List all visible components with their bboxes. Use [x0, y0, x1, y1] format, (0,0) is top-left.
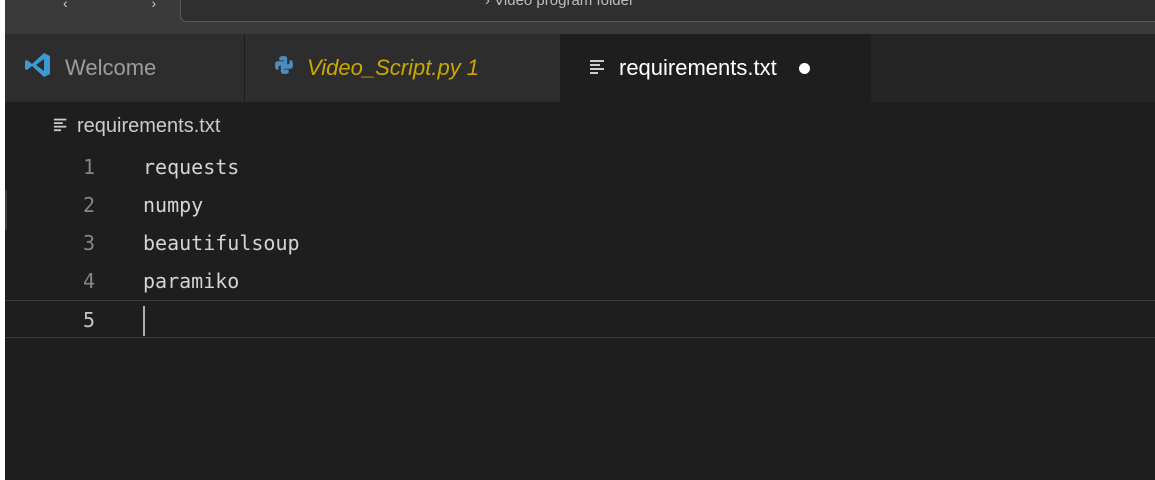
line-number: 5 [82, 308, 95, 332]
line-number: 3 [82, 231, 95, 255]
editor-line[interactable]: 3 beautifulsoup [5, 224, 1155, 262]
text-file-icon [589, 55, 607, 81]
editor-line[interactable]: 2 numpy [5, 186, 1155, 224]
python-icon [273, 54, 295, 82]
tab-video-script[interactable]: Video_Script.py 1 [245, 34, 561, 102]
text-cursor [143, 306, 145, 336]
command-center-text: › Video program folder [485, 0, 634, 8]
editor-line[interactable]: 4 paramiko [5, 262, 1155, 300]
title-bar: ‹ › › Video program folder [5, 0, 1155, 34]
breadcrumb-label: requirements.txt [77, 114, 221, 137]
breadcrumb[interactable]: requirements.txt [53, 112, 220, 140]
vscode-window: ‹ › › Video program folder Welcome Video… [5, 0, 1155, 480]
line-number: 2 [82, 193, 95, 217]
tab-welcome[interactable]: Welcome [5, 34, 245, 102]
line-text: beautifulsoup [143, 231, 300, 255]
line-text: paramiko [143, 269, 240, 293]
editor-current-line[interactable]: 5 [5, 300, 1155, 338]
editor-area[interactable]: 1 requests 2 numpy 3 beautifulsoup 4 par… [5, 146, 1155, 480]
line-number: 4 [82, 269, 95, 293]
tab-requirements[interactable]: requirements.txt [561, 34, 871, 102]
vscode-logo-icon [23, 50, 53, 86]
line-text: requests [143, 155, 240, 179]
command-center[interactable] [180, 0, 1155, 22]
text-file-icon [53, 115, 69, 138]
unsaved-dot-icon[interactable] [798, 62, 810, 74]
line-text: numpy [143, 193, 204, 217]
tab-bar: Welcome Video_Script.py 1 requirements.t… [5, 34, 1155, 102]
nav-arrows[interactable]: ‹ › [63, 0, 196, 10]
tab-label: requirements.txt [619, 55, 777, 80]
line-number: 1 [82, 155, 95, 179]
tab-label: Welcome [65, 55, 157, 80]
editor-line[interactable]: 1 requests [5, 148, 1155, 186]
tab-label: Video_Script.py 1 [307, 55, 480, 80]
